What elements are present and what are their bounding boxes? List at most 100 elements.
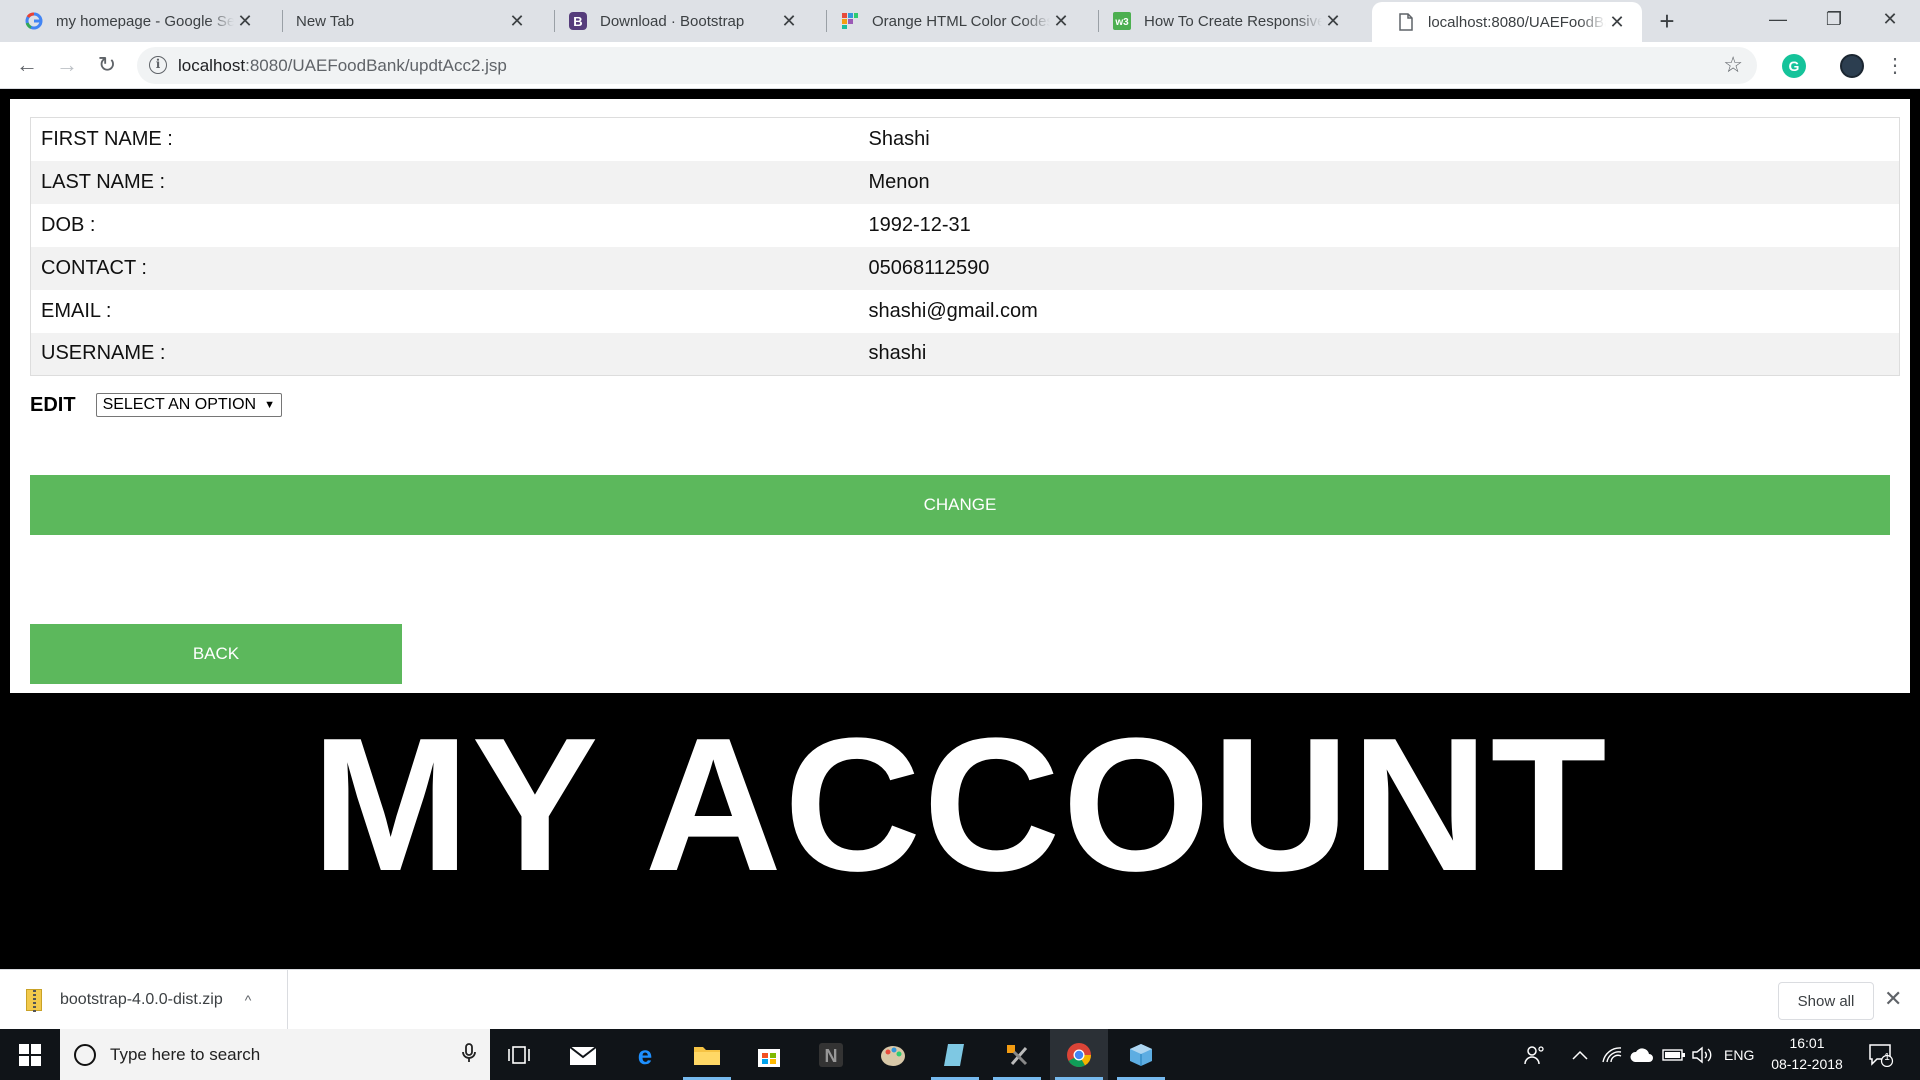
taskbar-search-box[interactable]: Type here to search xyxy=(60,1029,490,1080)
microphone-icon[interactable] xyxy=(462,1043,476,1068)
battery-icon[interactable] xyxy=(1662,1029,1686,1080)
close-icon[interactable]: ✕ xyxy=(506,10,528,32)
grammarly-icon[interactable]: G xyxy=(1782,54,1806,78)
bootstrap-icon: B xyxy=(568,11,588,31)
wifi-icon[interactable] xyxy=(1602,1029,1622,1080)
notion-icon[interactable]: N xyxy=(802,1029,860,1080)
table-row: LAST NAME : Menon xyxy=(30,160,1900,204)
chrome-icon[interactable] xyxy=(1050,1029,1108,1080)
tab-orange-colors[interactable]: Orange HTML Color Codes Chart ✕ xyxy=(816,0,1086,42)
url-text[interactable]: localhost:8080/UAEFoodBank/updtAcc2.jsp xyxy=(178,56,507,76)
bookmark-star-icon[interactable]: ☆ xyxy=(1723,52,1743,78)
edit-field-select[interactable]: SELECT AN OPTION ▼ xyxy=(95,393,282,417)
tab-title: New Tab xyxy=(296,12,355,30)
file-explorer-icon[interactable] xyxy=(678,1029,736,1080)
new-tab-button[interactable]: + xyxy=(1652,7,1682,37)
tab-w3schools[interactable]: w3 How To Create Responsive Images ✕ xyxy=(1088,0,1358,42)
account-panel: FIRST NAME : Shashi LAST NAME : Menon DO… xyxy=(10,99,1910,693)
close-icon[interactable]: ✕ xyxy=(234,10,256,32)
tab-bootstrap[interactable]: B Download · Bootstrap ✕ xyxy=(544,0,814,42)
row-label: FIRST NAME : xyxy=(41,127,173,150)
svg-text:w3: w3 xyxy=(1114,17,1129,28)
download-filename: bootstrap-4.0.0-dist.zip xyxy=(60,990,223,1008)
row-label: USERNAME : xyxy=(41,342,166,365)
row-label: EMAIL : xyxy=(41,299,112,322)
mail-icon[interactable] xyxy=(554,1029,612,1080)
page-title: MY ACCOUNT xyxy=(311,699,1609,911)
svg-text:N: N xyxy=(825,1046,838,1066)
tab-localhost-active[interactable]: localhost:8080/UAEFoodBank/updtAcc2.jsp … xyxy=(1372,2,1642,42)
paint-icon[interactable] xyxy=(864,1029,922,1080)
w3schools-icon: w3 xyxy=(1112,11,1132,31)
maximize-button[interactable]: ❐ xyxy=(1804,0,1864,38)
windows-start-icon[interactable] xyxy=(0,1029,60,1080)
notifications-icon[interactable]: 1 xyxy=(1868,1029,1894,1080)
info-icon[interactable]: i xyxy=(149,56,167,74)
table-row: EMAIL : shashi@gmail.com xyxy=(31,290,1900,333)
row-value: 1992-12-31 xyxy=(868,213,971,236)
close-window-button[interactable]: ✕ xyxy=(1860,0,1920,38)
table-row: USERNAME : shashi xyxy=(30,332,1900,376)
back-button[interactable]: BACK xyxy=(30,624,402,684)
close-icon[interactable]: ✕ xyxy=(1884,986,1902,1012)
tab-title: localhost:8080/UAEFoodBank/updtAcc2.jsp xyxy=(1428,13,1606,31)
store-icon[interactable] xyxy=(740,1029,798,1080)
tab-title: How To Create Responsive Images xyxy=(1144,12,1322,30)
google-icon xyxy=(24,11,44,31)
svg-text:B: B xyxy=(573,14,582,29)
row-value: 05068112590 xyxy=(868,256,990,279)
volume-icon[interactable] xyxy=(1692,1029,1714,1080)
reload-icon[interactable]: ↻ xyxy=(92,50,122,80)
url-host: localhost xyxy=(178,56,246,75)
page-icon xyxy=(1396,12,1416,32)
close-icon[interactable]: ✕ xyxy=(1050,10,1072,32)
show-all-button[interactable]: Show all xyxy=(1778,982,1874,1020)
menu-icon[interactable]: ⋮ xyxy=(1880,50,1910,80)
table-row: DOB : 1992-12-31 xyxy=(31,204,1900,247)
back-arrow-icon[interactable]: ← xyxy=(12,50,42,80)
profile-avatar[interactable] xyxy=(1840,54,1864,78)
account-details-table: FIRST NAME : Shashi LAST NAME : Menon DO… xyxy=(30,117,1900,376)
box-app-icon[interactable] xyxy=(1112,1029,1170,1080)
address-bar[interactable]: i localhost:8080/UAEFoodBank/updtAcc2.js… xyxy=(137,47,1757,84)
minimize-button[interactable]: — xyxy=(1748,0,1808,38)
tab-title: Download · Bootstrap xyxy=(600,12,745,30)
system-clock[interactable]: 16:01 08-12-2018 xyxy=(1762,1033,1852,1075)
taskbar: Type here to search e N ENG 16:01 08-12-… xyxy=(0,1029,1920,1080)
clock-time: 16:01 xyxy=(1789,1035,1825,1051)
svg-text:G: G xyxy=(1789,58,1800,74)
blue-app-icon[interactable] xyxy=(926,1029,984,1080)
browser-toolbar: ← → ↻ i localhost:8080/UAEFoodBank/updtA… xyxy=(0,42,1920,89)
url-path: :8080/UAEFoodBank/updtAcc2.jsp xyxy=(245,56,507,75)
tools-icon[interactable] xyxy=(988,1029,1046,1080)
tab-new-tab[interactable]: New Tab ✕ xyxy=(272,0,542,42)
forward-arrow-icon[interactable]: → xyxy=(52,50,82,80)
chevron-up-icon[interactable] xyxy=(1572,1029,1588,1080)
edit-label: EDIT xyxy=(30,393,76,416)
task-view-icon[interactable] xyxy=(490,1029,548,1080)
edge-icon[interactable]: e xyxy=(616,1029,674,1080)
tab-google-search[interactable]: my homepage - Google Search ✕ xyxy=(0,0,270,42)
chevron-up-icon[interactable]: ^ xyxy=(245,992,252,1008)
notification-count: 1 xyxy=(1884,1052,1890,1063)
edit-row: EDIT SELECT AN OPTION ▼ xyxy=(30,393,282,417)
row-value: shashi@gmail.com xyxy=(868,299,1038,322)
table-row: CONTACT : 05068112590 xyxy=(30,246,1900,290)
close-icon[interactable]: ✕ xyxy=(778,10,800,32)
row-label: CONTACT : xyxy=(41,256,147,279)
download-shelf: bootstrap-4.0.0-dist.zip ^ Show all ✕ xyxy=(0,969,1920,1029)
clock-date: 08-12-2018 xyxy=(1771,1056,1843,1072)
people-icon[interactable] xyxy=(1524,1029,1546,1080)
download-item[interactable]: bootstrap-4.0.0-dist.zip ^ xyxy=(0,970,288,1029)
row-label: DOB : xyxy=(41,213,96,236)
row-value: Shashi xyxy=(868,127,930,150)
browser-tabstrip: my homepage - Google Search ✕ New Tab ✕ … xyxy=(0,0,1920,42)
language-indicator[interactable]: ENG xyxy=(1724,1029,1754,1080)
change-button[interactable]: CHANGE xyxy=(30,475,1890,535)
onedrive-cloud-icon[interactable] xyxy=(1630,1029,1654,1080)
close-icon[interactable]: ✕ xyxy=(1606,11,1628,33)
table-row: FIRST NAME : Shashi xyxy=(31,118,1900,161)
row-value: Menon xyxy=(868,170,930,193)
search-placeholder: Type here to search xyxy=(110,1044,261,1064)
close-icon[interactable]: ✕ xyxy=(1322,10,1344,32)
